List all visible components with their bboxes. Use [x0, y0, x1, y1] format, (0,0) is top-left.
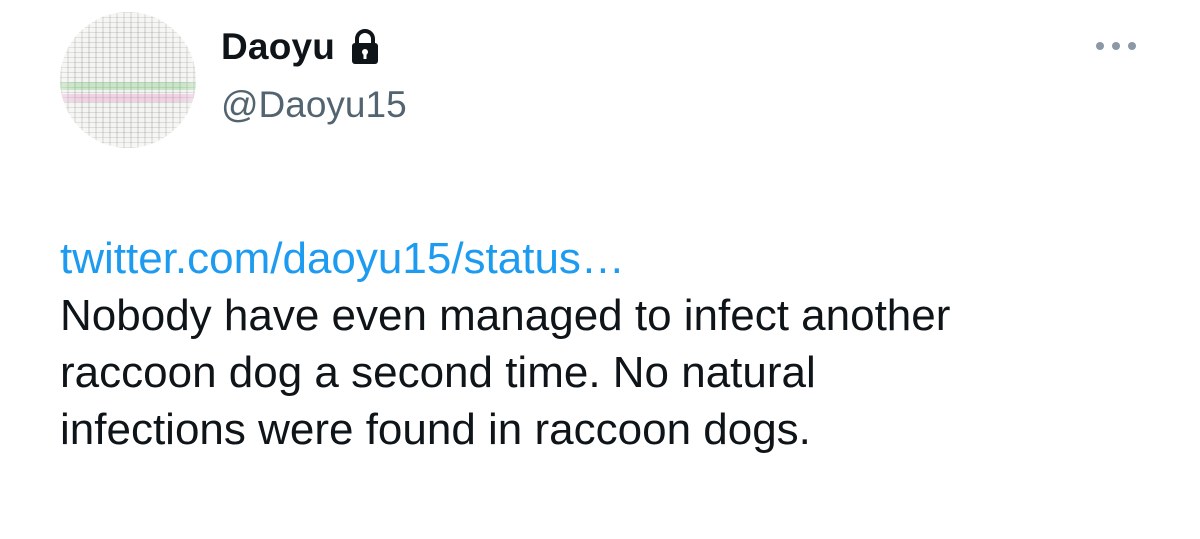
- tweet-card: Daoyu @Daoyu15 twitter.com/daoyu15/statu…: [0, 0, 1200, 539]
- more-dot-icon: [1112, 42, 1120, 50]
- tweet-link[interactable]: twitter.com/daoyu15/status…: [60, 230, 1170, 287]
- avatar-fade: [60, 12, 196, 148]
- tweet-body: twitter.com/daoyu15/status… Nobody have …: [60, 230, 1170, 458]
- more-dot-icon: [1128, 42, 1136, 50]
- author-display-name[interactable]: Daoyu: [221, 26, 335, 68]
- more-options-button[interactable]: [1096, 36, 1136, 56]
- author-handle[interactable]: @Daoyu15: [221, 84, 407, 126]
- more-dot-icon: [1096, 42, 1104, 50]
- author-name-row: Daoyu: [221, 22, 381, 72]
- avatar[interactable]: [60, 12, 196, 148]
- lock-icon: [352, 29, 379, 64]
- tweet-text-line: Nobody have even managed to infect anoth…: [60, 291, 951, 340]
- tweet-text-line: infections were found in raccoon dogs.: [60, 405, 811, 454]
- tweet-text-line: raccoon dog a second time. No natural: [60, 348, 816, 397]
